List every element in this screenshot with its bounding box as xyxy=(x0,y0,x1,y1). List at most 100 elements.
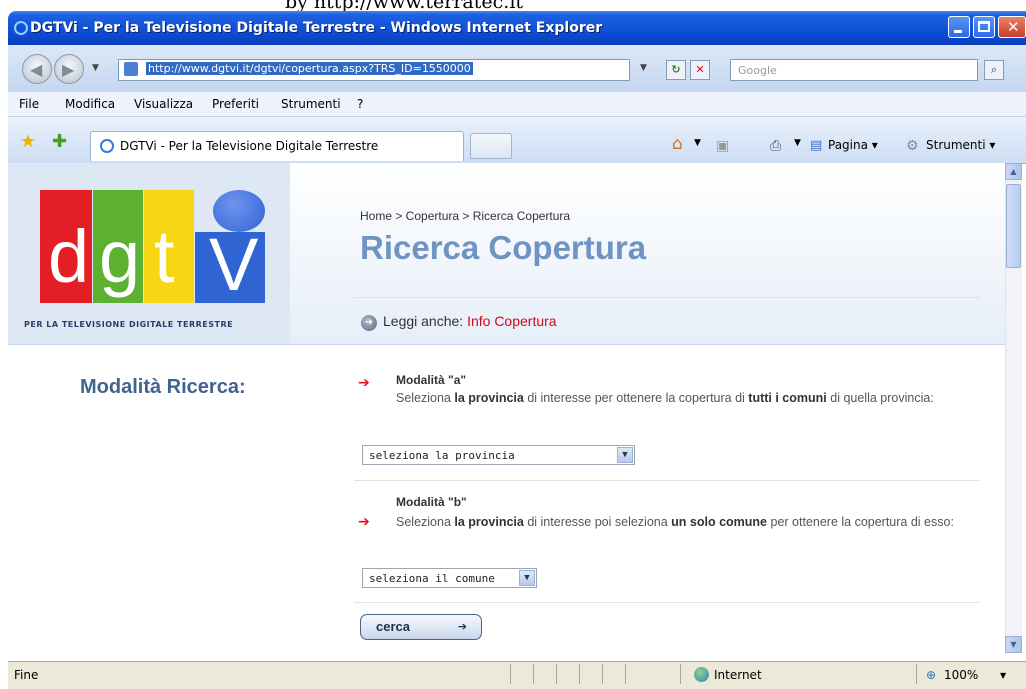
close-button[interactable]: ✕ xyxy=(998,16,1026,38)
mode-b-desc-2: di interesse poi seleziona xyxy=(523,515,672,529)
new-tab-button[interactable] xyxy=(470,133,512,159)
mode-b-desc-bold-1: la provincia xyxy=(454,515,524,529)
header-divider xyxy=(8,344,1005,345)
menu-preferiti[interactable]: Preferiti xyxy=(212,97,259,111)
search-icon[interactable]: ⌕ xyxy=(984,60,1004,80)
search-mode-heading: Modalità Ricerca: xyxy=(80,376,246,398)
tab-label: DGTVi - Per la Televisione Digitale Terr… xyxy=(120,139,379,153)
mode-b-arrow-icon: ➔ xyxy=(358,514,370,530)
feeds-icon[interactable]: ▣ xyxy=(716,138,729,154)
print-icon[interactable]: ⎙ xyxy=(770,138,781,154)
close-icon: ✕ xyxy=(1007,18,1020,36)
refresh-button[interactable]: ↻ xyxy=(666,60,686,80)
page-icon xyxy=(124,62,138,76)
arrow-right-icon: ➔ xyxy=(457,620,467,633)
minimize-icon xyxy=(954,30,962,33)
logo-letter-v: V xyxy=(209,223,259,306)
chevron-down-icon[interactable]: ▼ xyxy=(519,570,535,586)
cerca-button[interactable]: cerca ➔ xyxy=(360,614,482,640)
comune-select-value: seleziona il comune xyxy=(369,572,495,585)
mode-separator xyxy=(354,480,980,481)
logo-tile-d: d xyxy=(40,190,92,303)
favorites-star-icon[interactable]: ★ xyxy=(20,131,36,152)
breadcrumb[interactable]: Home > Copertura > Ricerca Copertura xyxy=(360,209,570,223)
mode-a-desc-1: Seleziona xyxy=(396,391,455,405)
mode-a-desc-bold-1: la provincia xyxy=(454,391,524,405)
status-divider xyxy=(680,664,681,684)
status-divider xyxy=(556,664,557,684)
print-dropdown-icon[interactable]: ▼ xyxy=(794,138,801,148)
status-text: Fine xyxy=(14,668,39,682)
status-divider xyxy=(602,664,603,684)
page-menu-icon: ▤ xyxy=(810,138,823,153)
mode-b-desc-1: Seleziona xyxy=(396,515,455,529)
page-title: Ricerca Copertura xyxy=(360,229,647,266)
back-arrow-icon: ◀ xyxy=(30,60,43,79)
menu-modifica[interactable]: Modifica xyxy=(65,97,115,111)
tools-gear-icon: ⚙ xyxy=(906,138,919,154)
history-dropdown-icon[interactable]: ▼ xyxy=(92,63,99,73)
scroll-up-button[interactable]: ▲ xyxy=(1005,163,1022,180)
mode-b-desc-3: per ottenere la copertura di esso: xyxy=(767,515,954,529)
status-bar xyxy=(8,661,1026,689)
add-favorites-icon[interactable]: ✚ xyxy=(52,131,67,152)
scroll-down-button[interactable]: ▼ xyxy=(1005,636,1022,653)
mode-a-desc-3: di quella provincia: xyxy=(826,391,934,405)
leggi-anche-arrow-icon: ➜ xyxy=(361,315,377,331)
scrollbar-thumb[interactable] xyxy=(1006,184,1021,268)
provincia-select-value: seleziona la provincia xyxy=(369,449,515,462)
menu-visualizza[interactable]: Visualizza xyxy=(134,97,193,111)
forward-arrow-icon: ▶ xyxy=(62,60,75,79)
home-icon[interactable]: ⌂ xyxy=(672,134,683,154)
minimize-button[interactable] xyxy=(948,16,970,38)
status-divider xyxy=(625,664,626,684)
tab-ie-icon xyxy=(100,139,114,153)
comune-select[interactable]: seleziona il comune ▼ xyxy=(362,568,537,588)
leggi-anche: Leggi anche: Info Copertura xyxy=(383,313,557,329)
zoom-dropdown-icon[interactable]: ▼ xyxy=(1000,671,1006,680)
tools-menu-button[interactable]: Strumenti ▾ xyxy=(926,138,995,152)
stop-button[interactable]: ✕ xyxy=(690,60,710,80)
page-menu-button[interactable]: Pagina ▾ xyxy=(828,138,878,152)
mode-b-desc-bold-2: un solo comune xyxy=(671,515,768,529)
logo-letter-t: t xyxy=(154,215,175,298)
menu-strumenti[interactable]: Strumenti xyxy=(281,97,341,111)
logo-letter-d: d xyxy=(48,215,90,298)
logo-dot xyxy=(213,190,265,232)
mode-a-arrow-icon: ➔ xyxy=(358,375,370,391)
cerca-label: cerca xyxy=(376,619,410,634)
mode-separator xyxy=(354,602,980,603)
maximize-icon xyxy=(978,21,990,32)
logo-letter-g: g xyxy=(99,215,141,298)
chevron-down-icon[interactable]: ▼ xyxy=(617,447,633,463)
status-divider xyxy=(533,664,534,684)
status-divider xyxy=(510,664,511,684)
mode-b-description: Seleziona la provincia di interesse poi … xyxy=(396,514,976,531)
zoom-icon: ⊕ xyxy=(926,668,937,682)
page-menu-label: Pagina xyxy=(828,138,868,152)
mode-a-description: Seleziona la provincia di interesse per … xyxy=(396,390,976,407)
home-dropdown-icon[interactable]: ▼ xyxy=(694,138,701,148)
mode-a-desc-bold-2: tutti i comuni xyxy=(748,391,827,405)
status-divider xyxy=(579,664,580,684)
logo-tile-t: t xyxy=(144,190,194,303)
logo-tile-v: V xyxy=(195,228,265,303)
menu-help[interactable]: ? xyxy=(357,97,363,111)
maximize-button[interactable] xyxy=(973,16,995,38)
info-copertura-link[interactable]: Info Copertura xyxy=(467,313,557,329)
title-divider xyxy=(354,297,980,298)
ie-logo-icon xyxy=(14,21,28,35)
search-placeholder: Google xyxy=(738,64,777,77)
menu-file[interactable]: File xyxy=(19,97,39,111)
address-url[interactable]: http://www.dgtvi.it/dgtvi/copertura.aspx… xyxy=(146,62,473,75)
address-dropdown-icon[interactable]: ▼ xyxy=(640,63,647,73)
internet-zone-icon xyxy=(694,667,709,682)
mode-a-title: Modalità "a" xyxy=(396,373,467,387)
status-divider xyxy=(916,664,917,684)
leggi-anche-prefix: Leggi anche: xyxy=(383,313,464,329)
zoom-level[interactable]: 100% xyxy=(944,668,978,682)
mode-b-title: Modalità "b" xyxy=(396,495,467,509)
tools-menu-label: Strumenti xyxy=(926,138,986,152)
provincia-select[interactable]: seleziona la provincia ▼ xyxy=(362,445,635,465)
security-zone: Internet xyxy=(714,668,762,682)
